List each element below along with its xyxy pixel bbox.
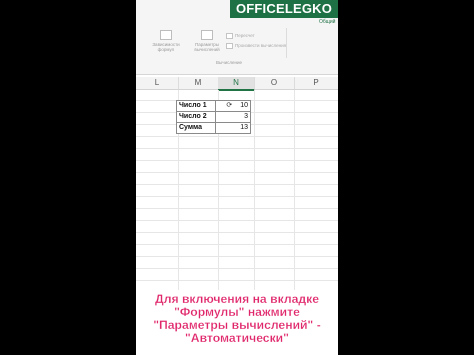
cell-value-number2[interactable]: 3 bbox=[215, 111, 251, 123]
column-header-n[interactable]: N bbox=[218, 77, 255, 91]
cell-label-sum[interactable]: Сумма bbox=[176, 122, 216, 134]
table-row: Сумма 13 bbox=[176, 122, 251, 134]
grid-line bbox=[136, 208, 338, 209]
calculate-sheet-label: Произвести вычисления bbox=[235, 43, 287, 49]
grid-line bbox=[136, 268, 338, 269]
caption-line-4: "Автоматически" bbox=[185, 331, 289, 345]
column-header-m[interactable]: M bbox=[178, 77, 219, 89]
cell-value-number1-text: 10 bbox=[240, 102, 248, 109]
calculate-now-button[interactable]: Пересчет bbox=[226, 33, 255, 39]
cell-label-number2[interactable]: Число 2 bbox=[176, 111, 216, 123]
calculation-group-label: Вычисление bbox=[216, 60, 242, 65]
table-row: Число 1 ⟳ 10 bbox=[176, 100, 251, 112]
dependencies-icon bbox=[160, 30, 172, 40]
column-header-p[interactable]: P bbox=[294, 77, 338, 89]
grid-line bbox=[136, 136, 338, 137]
grid-line bbox=[136, 172, 338, 173]
cell-label-number1[interactable]: Число 1 bbox=[176, 100, 216, 112]
formula-dependencies-label: Зависимости формул bbox=[152, 42, 180, 52]
grid-line bbox=[136, 160, 338, 161]
cell-value-sum[interactable]: 13 bbox=[215, 122, 251, 134]
calculate-sheet-button[interactable]: Произвести вычисления bbox=[226, 43, 286, 49]
calculate-now-label: Пересчет bbox=[235, 33, 255, 39]
column-header-o[interactable]: O bbox=[254, 77, 295, 89]
formula-dependencies-button[interactable]: Зависимости формул bbox=[144, 30, 188, 52]
grid-line bbox=[136, 148, 338, 149]
calculator-icon bbox=[201, 30, 213, 40]
column-headers: L M N O P bbox=[136, 77, 338, 91]
ribbon: OFFICELEGKO Общий Зависимости формул Пар… bbox=[136, 0, 338, 75]
grid-line bbox=[136, 244, 338, 245]
calculate-now-icon bbox=[226, 33, 233, 39]
mouse-cursor-icon: ⟳ bbox=[226, 102, 233, 109]
column-header-l[interactable]: L bbox=[136, 77, 179, 89]
calculate-sheet-icon bbox=[226, 43, 233, 49]
grid-line bbox=[136, 256, 338, 257]
grid-line bbox=[254, 90, 255, 290]
grid-line bbox=[136, 196, 338, 197]
grid-line bbox=[136, 220, 338, 221]
ribbon-tab-hint[interactable]: Общий bbox=[319, 19, 335, 25]
cell-value-number1[interactable]: ⟳ 10 bbox=[215, 100, 251, 112]
grid-line bbox=[294, 90, 295, 290]
calculation-options-button[interactable]: Параметры вычислений bbox=[192, 30, 222, 52]
grid-line bbox=[136, 232, 338, 233]
calculation-options-label: Параметры вычислений bbox=[194, 42, 220, 52]
table-row: Число 2 3 bbox=[176, 111, 251, 123]
ribbon-separator bbox=[286, 28, 287, 58]
instruction-caption: Для включения на вкладке "Формулы" нажми… bbox=[136, 292, 338, 345]
brand-logo: OFFICELEGKO bbox=[230, 0, 338, 18]
grid-line bbox=[136, 280, 338, 281]
data-table: Число 1 ⟳ 10 Число 2 3 Сумма 13 bbox=[176, 100, 251, 134]
grid-line bbox=[136, 184, 338, 185]
